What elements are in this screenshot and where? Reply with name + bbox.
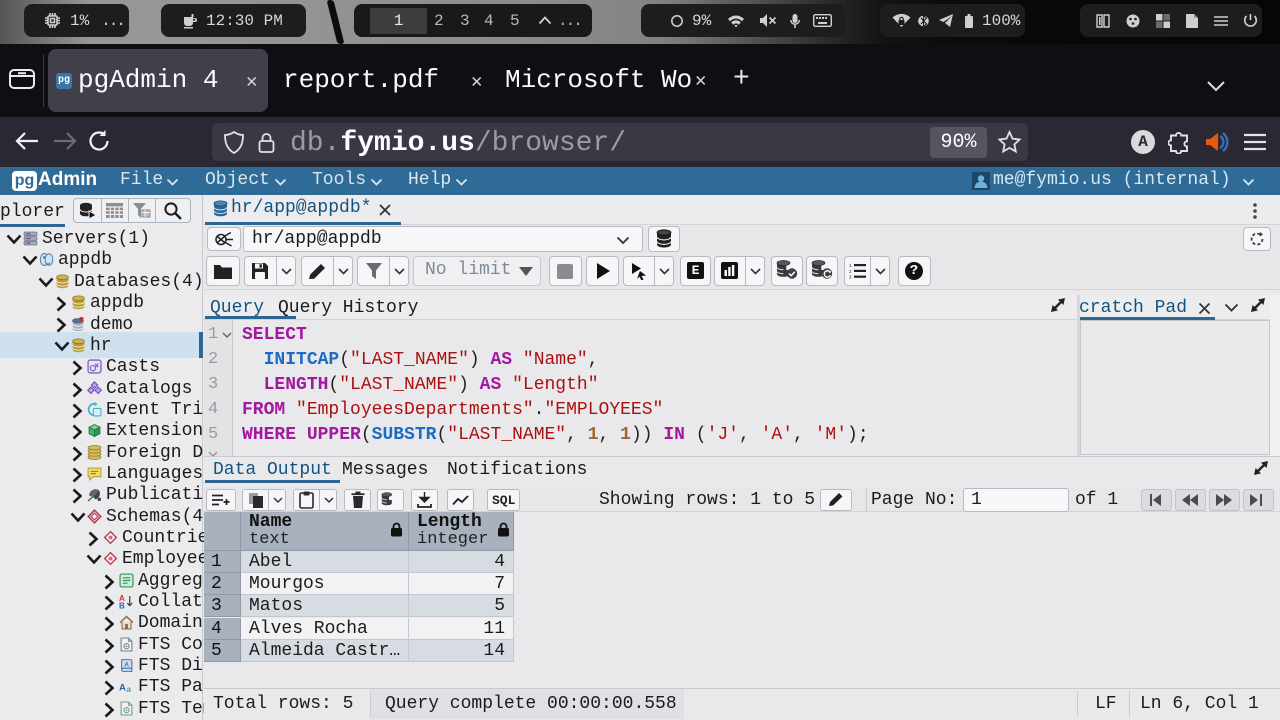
svg-text:3: 3 xyxy=(849,275,852,280)
svg-text:1: 1 xyxy=(849,263,852,268)
svg-text:B: B xyxy=(119,601,125,609)
svg-text:A: A xyxy=(124,662,129,669)
svg-text:a: a xyxy=(127,685,132,694)
svg-text:2: 2 xyxy=(849,269,852,274)
svg-text:A: A xyxy=(119,682,126,693)
